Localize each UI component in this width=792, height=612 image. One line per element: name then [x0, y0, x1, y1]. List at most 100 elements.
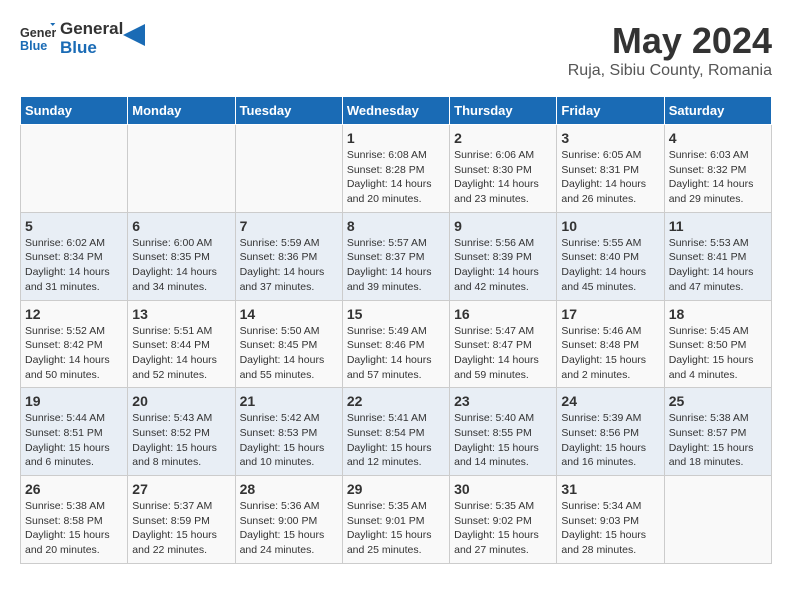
calendar-day-18: 18 Sunrise: 5:45 AM Sunset: 8:50 PM Dayli…: [664, 300, 771, 388]
day-info: Sunrise: 5:47 AM Sunset: 8:47 PM Dayligh…: [454, 324, 552, 383]
calendar-day-11: 11 Sunrise: 5:53 AM Sunset: 8:41 PM Dayli…: [664, 212, 771, 300]
calendar-day-2: 2 Sunrise: 6:06 AM Sunset: 8:30 PM Daylig…: [450, 125, 557, 213]
day-info: Sunrise: 5:43 AM Sunset: 8:52 PM Dayligh…: [132, 411, 230, 470]
weekday-header-tuesday: Tuesday: [235, 97, 342, 125]
calendar-table: SundayMondayTuesdayWednesdayThursdayFrid…: [20, 96, 772, 564]
weekday-header-friday: Friday: [557, 97, 664, 125]
day-info: Sunrise: 5:39 AM Sunset: 8:56 PM Dayligh…: [561, 411, 659, 470]
day-number: 17: [561, 306, 659, 322]
day-info: Sunrise: 5:52 AM Sunset: 8:42 PM Dayligh…: [25, 324, 123, 383]
day-number: 23: [454, 393, 552, 409]
day-info: Sunrise: 5:40 AM Sunset: 8:55 PM Dayligh…: [454, 411, 552, 470]
day-info: Sunrise: 5:42 AM Sunset: 8:53 PM Dayligh…: [240, 411, 338, 470]
day-number: 26: [25, 481, 123, 497]
calendar-day-5: 5Sunrise: 6:02 AM Sunset: 8:34 PM Daylig…: [21, 212, 128, 300]
calendar-day-16: 16 Sunrise: 5:47 AM Sunset: 8:47 PM Dayli…: [450, 300, 557, 388]
day-info: Sunrise: 5:51 AM Sunset: 8:44 PM Dayligh…: [132, 324, 230, 383]
day-number: 30: [454, 481, 552, 497]
day-number: 27: [132, 481, 230, 497]
page-header: General Blue General Blue May 2024 Ruja,…: [20, 20, 772, 80]
calendar-day-21: 21 Sunrise: 5:42 AM Sunset: 8:53 PM Dayli…: [235, 388, 342, 476]
logo-icon: General Blue: [20, 21, 56, 57]
day-number: 29: [347, 481, 445, 497]
day-number: 1: [347, 130, 445, 146]
day-info: Sunrise: 5:59 AM Sunset: 8:36 PM Dayligh…: [240, 236, 338, 295]
calendar-day-23: 23 Sunrise: 5:40 AM Sunset: 8:55 PM Dayli…: [450, 388, 557, 476]
calendar-day-20: 20 Sunrise: 5:43 AM Sunset: 8:52 PM Dayli…: [128, 388, 235, 476]
calendar-day-19: 19 Sunrise: 5:44 AM Sunset: 8:51 PM Dayli…: [21, 388, 128, 476]
empty-calendar-cell: [235, 125, 342, 213]
day-info: Sunrise: 6:08 AM Sunset: 8:28 PM Dayligh…: [347, 148, 445, 207]
calendar-week-row: 19 Sunrise: 5:44 AM Sunset: 8:51 PM Dayli…: [21, 388, 772, 476]
day-info: Sunrise: 5:35 AM Sunset: 9:02 PM Dayligh…: [454, 499, 552, 558]
empty-calendar-cell: [21, 125, 128, 213]
calendar-day-15: 15 Sunrise: 5:49 AM Sunset: 8:46 PM Dayli…: [342, 300, 449, 388]
calendar-day-3: 3 Sunrise: 6:05 AM Sunset: 8:31 PM Daylig…: [557, 125, 664, 213]
calendar-day-14: 14 Sunrise: 5:50 AM Sunset: 8:45 PM Dayli…: [235, 300, 342, 388]
day-number: 2: [454, 130, 552, 146]
month-title: May 2024: [568, 20, 772, 62]
day-number: 16: [454, 306, 552, 322]
day-info: Sunrise: 5:45 AM Sunset: 8:50 PM Dayligh…: [669, 324, 767, 383]
calendar-week-row: 1 Sunrise: 6:08 AM Sunset: 8:28 PM Daylig…: [21, 125, 772, 213]
day-info: Sunrise: 5:38 AM Sunset: 8:57 PM Dayligh…: [669, 411, 767, 470]
day-info: Sunrise: 5:49 AM Sunset: 8:46 PM Dayligh…: [347, 324, 445, 383]
weekday-header-row: SundayMondayTuesdayWednesdayThursdayFrid…: [21, 97, 772, 125]
day-info: Sunrise: 5:46 AM Sunset: 8:48 PM Dayligh…: [561, 324, 659, 383]
calendar-day-1: 1 Sunrise: 6:08 AM Sunset: 8:28 PM Daylig…: [342, 125, 449, 213]
day-info: Sunrise: 5:56 AM Sunset: 8:39 PM Dayligh…: [454, 236, 552, 295]
day-number: 18: [669, 306, 767, 322]
empty-calendar-cell: [664, 476, 771, 564]
day-number: 31: [561, 481, 659, 497]
day-number: 22: [347, 393, 445, 409]
day-info: Sunrise: 5:34 AM Sunset: 9:03 PM Dayligh…: [561, 499, 659, 558]
day-info: Sunrise: 6:00 AM Sunset: 8:35 PM Dayligh…: [132, 236, 230, 295]
day-info: Sunrise: 5:38 AM Sunset: 8:58 PM Dayligh…: [25, 499, 123, 558]
weekday-header-thursday: Thursday: [450, 97, 557, 125]
calendar-day-8: 8 Sunrise: 5:57 AM Sunset: 8:37 PM Daylig…: [342, 212, 449, 300]
location: Ruja, Sibiu County, Romania: [568, 62, 772, 80]
weekday-header-sunday: Sunday: [21, 97, 128, 125]
title-block: May 2024 Ruja, Sibiu County, Romania: [568, 20, 772, 80]
day-number: 21: [240, 393, 338, 409]
calendar-day-7: 7Sunrise: 5:59 AM Sunset: 8:36 PM Daylig…: [235, 212, 342, 300]
weekday-header-monday: Monday: [128, 97, 235, 125]
day-info: Sunrise: 5:41 AM Sunset: 8:54 PM Dayligh…: [347, 411, 445, 470]
calendar-day-17: 17 Sunrise: 5:46 AM Sunset: 8:48 PM Dayli…: [557, 300, 664, 388]
day-number: 14: [240, 306, 338, 322]
day-number: 19: [25, 393, 123, 409]
day-number: 4: [669, 130, 767, 146]
calendar-day-31: 31 Sunrise: 5:34 AM Sunset: 9:03 PM Dayli…: [557, 476, 664, 564]
calendar-day-28: 28Sunrise: 5:36 AM Sunset: 9:00 PM Dayli…: [235, 476, 342, 564]
day-number: 24: [561, 393, 659, 409]
day-number: 13: [132, 306, 230, 322]
calendar-day-6: 6 Sunrise: 6:00 AM Sunset: 8:35 PM Daylig…: [128, 212, 235, 300]
day-number: 3: [561, 130, 659, 146]
calendar-day-10: 10Sunrise: 5:55 AM Sunset: 8:40 PM Dayli…: [557, 212, 664, 300]
day-info: Sunrise: 5:50 AM Sunset: 8:45 PM Dayligh…: [240, 324, 338, 383]
day-number: 12: [25, 306, 123, 322]
calendar-day-13: 13 Sunrise: 5:51 AM Sunset: 8:44 PM Dayli…: [128, 300, 235, 388]
day-info: Sunrise: 5:57 AM Sunset: 8:37 PM Dayligh…: [347, 236, 445, 295]
calendar-day-9: 9Sunrise: 5:56 AM Sunset: 8:39 PM Daylig…: [450, 212, 557, 300]
day-info: Sunrise: 6:03 AM Sunset: 8:32 PM Dayligh…: [669, 148, 767, 207]
day-info: Sunrise: 5:36 AM Sunset: 9:00 PM Dayligh…: [240, 499, 338, 558]
day-number: 20: [132, 393, 230, 409]
day-number: 11: [669, 218, 767, 234]
day-number: 25: [669, 393, 767, 409]
weekday-header-wednesday: Wednesday: [342, 97, 449, 125]
logo: General Blue General Blue: [20, 20, 145, 57]
day-info: Sunrise: 6:06 AM Sunset: 8:30 PM Dayligh…: [454, 148, 552, 207]
calendar-day-26: 26 Sunrise: 5:38 AM Sunset: 8:58 PM Dayli…: [21, 476, 128, 564]
day-number: 8: [347, 218, 445, 234]
svg-text:Blue: Blue: [20, 38, 47, 52]
weekday-header-saturday: Saturday: [664, 97, 771, 125]
calendar-day-12: 12 Sunrise: 5:52 AM Sunset: 8:42 PM Dayli…: [21, 300, 128, 388]
day-number: 5: [25, 218, 123, 234]
day-number: 6: [132, 218, 230, 234]
day-number: 15: [347, 306, 445, 322]
logo-blue: Blue: [60, 39, 123, 58]
day-info: Sunrise: 5:53 AM Sunset: 8:41 PM Dayligh…: [669, 236, 767, 295]
day-info: Sunrise: 5:44 AM Sunset: 8:51 PM Dayligh…: [25, 411, 123, 470]
day-info: Sunrise: 6:05 AM Sunset: 8:31 PM Dayligh…: [561, 148, 659, 207]
